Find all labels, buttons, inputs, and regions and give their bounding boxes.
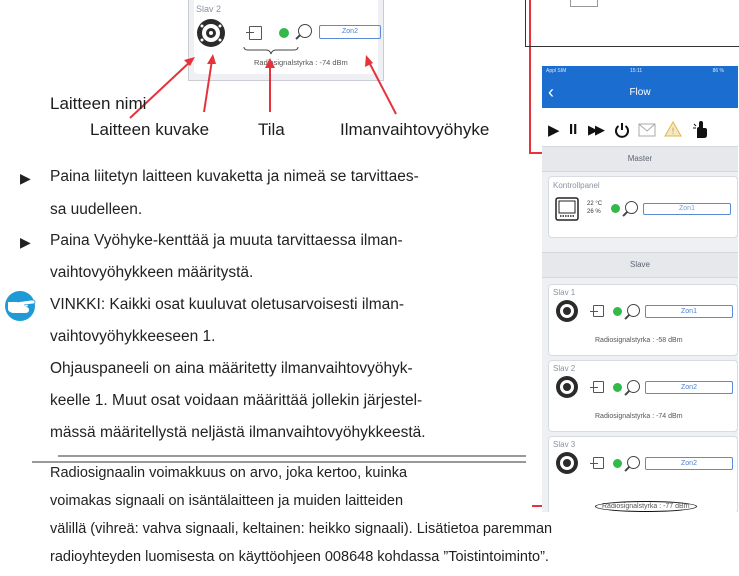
master-header: Master — [542, 146, 738, 172]
door-icon — [590, 381, 604, 393]
tip-line2: vaihtovyöhykkeeseen 1. — [50, 328, 216, 345]
device-name: Slav 3 — [553, 440, 576, 449]
radio-paragraph-line3: välillä (vihreä: vahva signaali, keltain… — [50, 521, 553, 537]
radio-paragraph-line2: voimakas signaali on isäntälaitteen ja m… — [50, 493, 404, 509]
warning-icon[interactable]: ! — [664, 120, 682, 137]
slave-header: Slave — [542, 252, 738, 278]
tip-hand-icon — [5, 291, 36, 321]
zone-field[interactable]: Zon1 — [645, 305, 733, 318]
instruction-2-line1: Paina Vyöhyke-kenttää ja muuta tarvittae… — [50, 232, 403, 249]
fan-device-icon[interactable] — [555, 451, 579, 475]
device-name: Kontrollpanel — [553, 181, 600, 190]
tip-line1: VINKKI: Kaikki osat kuuluvat oletusarvoi… — [50, 296, 405, 313]
status-dot — [611, 204, 620, 213]
search-icon — [627, 380, 640, 393]
battery-text: 86 % — [712, 68, 724, 74]
time-text: 15:11 — [630, 68, 643, 74]
slave-card[interactable]: Slav 1 Zon1 Radiosignalstyrka : -58 dBm — [548, 284, 738, 356]
carrier-text: Appl SIM — [546, 68, 567, 74]
door-icon — [590, 457, 604, 469]
power-icon[interactable] — [614, 122, 630, 138]
temperature-text: 22 °C — [587, 201, 603, 207]
zone-field[interactable]: Zon1 — [643, 203, 731, 215]
zone-field[interactable]: Zon2 — [645, 457, 733, 470]
status-dot — [613, 307, 622, 316]
hand-touch-icon[interactable] — [692, 120, 710, 140]
status-dot — [613, 383, 622, 392]
radio-signal-text: Radiosignalstyrka : -77 dBm — [595, 501, 697, 512]
tip-line5: mässä määritellystä neljästä ilmanvaihto… — [50, 424, 426, 441]
control-panel-icon[interactable] — [555, 197, 579, 221]
pause-icon[interactable]: II — [569, 121, 577, 138]
label-device-icon: Laitteen kuvake — [90, 120, 210, 139]
nav-title: Flow — [629, 87, 651, 98]
status-bar: Appl SIM 15:11 86 % — [542, 66, 738, 78]
search-icon — [625, 201, 638, 214]
slave-card[interactable]: Slav 3 Zon2 Radiosignalstyrka : -77 dBm — [548, 436, 738, 512]
label-ventilation-zone: Ilmanvaihtovyöhyke — [340, 120, 490, 139]
fan-device-icon[interactable] — [555, 299, 579, 323]
bullet-triangle-icon: ▶ — [20, 170, 31, 186]
fan-device-icon[interactable] — [555, 375, 579, 399]
door-icon — [590, 305, 604, 317]
tip-line3: Ohjauspaneeli on aina määritetty ilmanva… — [50, 360, 413, 377]
label-device-name: Laitteen nimi — [50, 94, 147, 113]
instruction-2-line2: vaihtovyöhykkeen määritystä. — [50, 264, 254, 281]
label-status: Tila — [258, 120, 285, 139]
device-name: Slav 2 — [553, 364, 576, 373]
radio-signal-text: Radiosignalstyrka : -74 dBm — [595, 413, 683, 420]
tip-line4: keelle 1. Muut osat voidaan määrittää jo… — [50, 392, 423, 409]
status-dot — [613, 459, 622, 468]
slave-card[interactable]: Slav 2 Zon2 Radiosignalstyrka : -74 dBm — [548, 360, 738, 432]
master-card[interactable]: Kontrollpanel 22 °C 26 % Zon1 — [548, 176, 738, 238]
radio-paragraph-line4: radioyhteyden luomisesta on käyttöohjeen… — [50, 549, 549, 565]
nav-bar: ‹ Flow — [542, 78, 738, 108]
play-icon[interactable]: ▶ — [548, 121, 560, 139]
svg-text:!: ! — [672, 126, 675, 136]
bullet-triangle-icon: ▶ — [20, 234, 31, 250]
radio-signal-text: Radiosignalstyrka : -58 dBm — [595, 337, 683, 344]
search-icon — [627, 456, 640, 469]
radio-paragraph-line1: Radiosignaalin voimakkuus on arvo, joka … — [50, 465, 408, 481]
mail-icon[interactable] — [638, 123, 656, 137]
top-phone-frame-crop — [525, 0, 739, 47]
humidity-text: 26 % — [587, 209, 601, 215]
device-name: Slav 1 — [553, 288, 576, 297]
search-icon — [627, 304, 640, 317]
phone-screen: Appl SIM 15:11 86 % ‹ Flow ▶ II ▶▶ ! Mas… — [542, 66, 738, 512]
instruction-1-line1: Paina liitetyn laitteen kuvaketta ja nim… — [50, 168, 419, 185]
instruction-1-line2: sa uudelleen. — [50, 201, 143, 218]
fast-forward-icon[interactable]: ▶▶ — [588, 122, 605, 138]
zone-field[interactable]: Zon2 — [645, 381, 733, 394]
